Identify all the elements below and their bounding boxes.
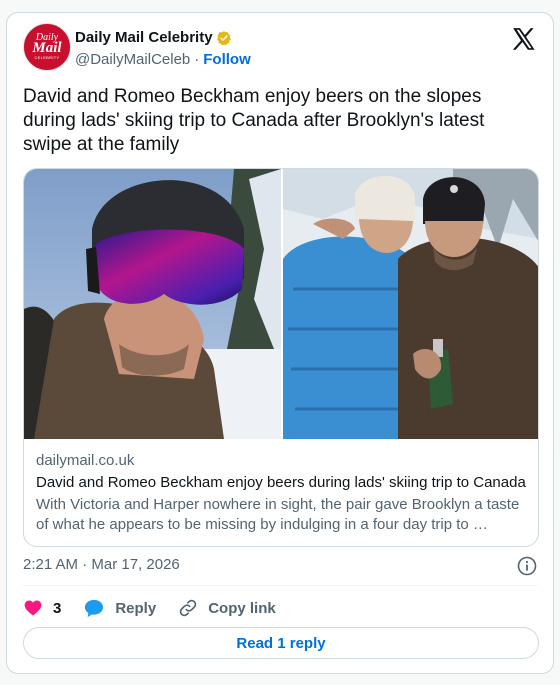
display-name[interactable]: Daily Mail Celebrity xyxy=(75,29,213,46)
handle-row: @DailyMailCeleb · Follow xyxy=(75,51,251,68)
link-description: With Victoria and Harper nowhere in sigh… xyxy=(36,496,520,533)
copy-link-label: Copy link xyxy=(208,599,276,617)
like-count: 3 xyxy=(53,599,62,617)
like-button[interactable]: 3 xyxy=(23,598,61,618)
speech-bubble-icon xyxy=(85,599,104,618)
link-title[interactable]: David and Romeo Beckham enjoy beers duri… xyxy=(36,473,531,493)
read-replies-button[interactable]: Read 1 reply xyxy=(23,627,539,659)
link-info: dailymail.co.uk David and Romeo Beckham … xyxy=(36,451,531,535)
post-header: Daily Mail CELEBRITY Daily Mail Celebrit… xyxy=(23,23,537,73)
verified-badge-icon xyxy=(216,30,231,45)
avatar-text-celebrity: CELEBRITY xyxy=(34,55,60,60)
avatar-text-mail: Mail xyxy=(32,40,62,56)
link-domain: dailymail.co.uk xyxy=(36,452,135,469)
heart-icon xyxy=(24,600,42,616)
copy-link-button[interactable]: Copy link xyxy=(178,598,276,618)
reply-label: Reply xyxy=(115,599,157,617)
separator-dot: · xyxy=(194,51,200,68)
ski-selfie-image xyxy=(24,169,281,439)
divider xyxy=(23,585,537,586)
avatar[interactable]: Daily Mail CELEBRITY xyxy=(23,23,71,71)
photo-right[interactable] xyxy=(283,169,538,439)
handle[interactable]: @DailyMailCeleb xyxy=(75,51,190,68)
link-icon xyxy=(179,599,197,617)
x-logo-icon[interactable] xyxy=(511,27,537,51)
embedded-post-card: Daily Mail CELEBRITY Daily Mail Celebrit… xyxy=(6,12,554,674)
link-preview-card[interactable]: dailymail.co.uk David and Romeo Beckham … xyxy=(23,168,539,547)
father-son-image xyxy=(283,169,538,439)
post-text: David and Romeo Beckham enjoy beers on t… xyxy=(23,86,485,155)
reply-button[interactable]: Reply xyxy=(83,598,156,618)
action-bar: 3 Reply Copy link xyxy=(23,596,298,620)
info-icon[interactable] xyxy=(517,556,537,576)
photo-left[interactable] xyxy=(24,169,281,439)
name-row: Daily Mail Celebrity xyxy=(75,29,232,46)
post-timestamp[interactable]: 2:21 AM · Mar 17, 2026 xyxy=(23,556,180,573)
photo-grid xyxy=(24,169,538,439)
follow-button[interactable]: Follow xyxy=(203,51,251,68)
read-replies-label: Read 1 reply xyxy=(236,634,326,652)
